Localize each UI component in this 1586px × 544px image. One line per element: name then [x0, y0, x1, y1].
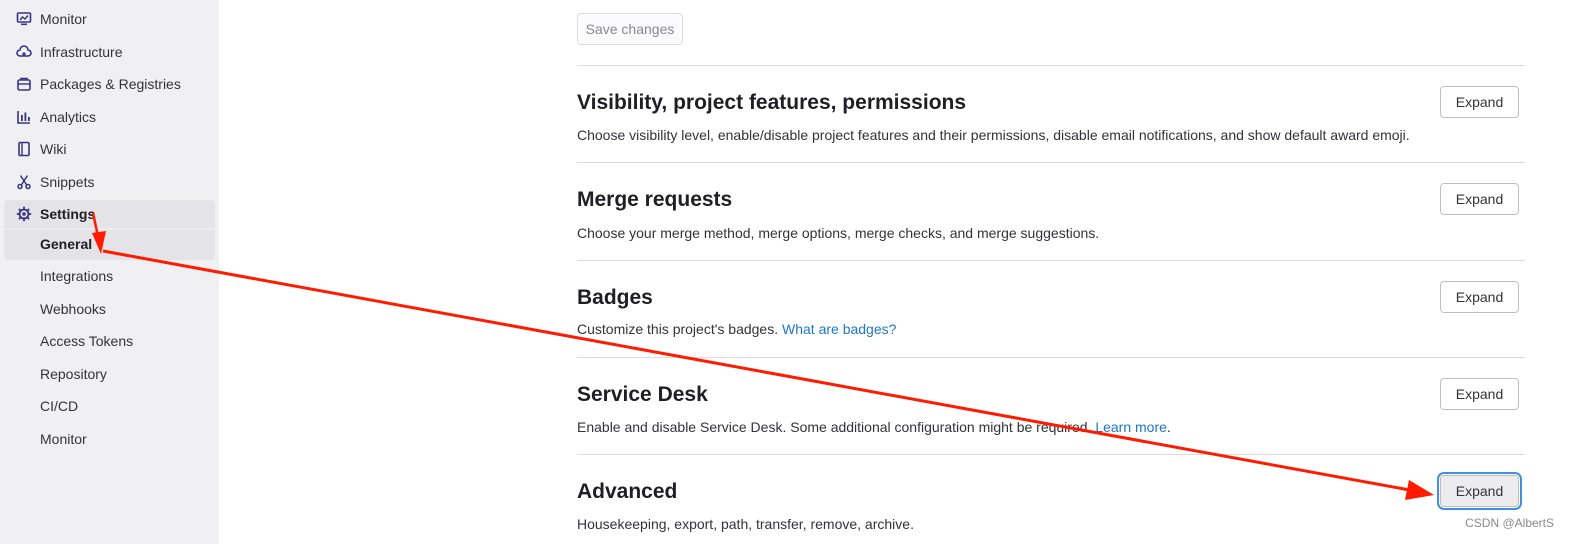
- cloud-icon: [16, 44, 32, 60]
- section-desc-service-desk: Enable and disable Service Desk. Some ad…: [577, 419, 1171, 435]
- section-desc-visibility: Choose visibility level, enable/disable …: [577, 127, 1410, 143]
- sidebar-subitem-monitor[interactable]: Monitor: [0, 423, 219, 455]
- sidebar-item-wiki[interactable]: Wiki: [0, 133, 219, 165]
- sidebar-item-label: Settings: [40, 206, 96, 222]
- service-desk-desc-suffix: .: [1166, 419, 1171, 435]
- sidebar: Monitor Infrastructure Packages & Regist…: [0, 0, 219, 544]
- sidebar-subitem-label: Monitor: [40, 431, 87, 447]
- what-are-badges-link[interactable]: What are badges?: [782, 321, 896, 337]
- expand-advanced-button[interactable]: Expand: [1440, 475, 1519, 507]
- sidebar-item-packages[interactable]: Packages & Registries: [0, 68, 219, 100]
- section-desc-badges: Customize this project's badges. What ar…: [577, 321, 896, 337]
- package-icon: [16, 76, 32, 92]
- sidebar-item-label: Snippets: [40, 174, 95, 190]
- expand-visibility-button[interactable]: Expand: [1440, 86, 1519, 118]
- section-divider: [577, 357, 1525, 358]
- sidebar-item-label: Infrastructure: [40, 44, 123, 60]
- sidebar-item-analytics[interactable]: Analytics: [0, 101, 219, 133]
- sidebar-subitem-integrations[interactable]: Integrations: [0, 260, 219, 292]
- red-arrow-long: [102, 249, 1434, 500]
- sidebar-subitem-label: Webhooks: [40, 301, 106, 317]
- section-title-advanced: Advanced: [577, 480, 678, 503]
- section-desc-advanced: Housekeeping, export, path, transfer, re…: [577, 516, 914, 532]
- expand-service-desk-button[interactable]: Expand: [1440, 378, 1519, 410]
- annotation-arrows: [91, 212, 1434, 500]
- monitor-icon: [16, 11, 32, 27]
- section-divider: [577, 65, 1525, 66]
- badges-desc-text: Customize this project's badges.: [577, 321, 779, 337]
- sidebar-subitem-webhooks[interactable]: Webhooks: [0, 293, 219, 325]
- section-divider: [577, 260, 1525, 261]
- learn-more-link[interactable]: Learn more: [1095, 419, 1167, 435]
- section-divider: [577, 162, 1525, 163]
- section-title-badges: Badges: [577, 286, 653, 309]
- sidebar-subitem-label: Integrations: [40, 268, 114, 284]
- section-title-service-desk: Service Desk: [577, 383, 708, 406]
- sidebar-subitem-label: General: [40, 236, 93, 252]
- service-desk-desc-text: Enable and disable Service Desk. Some ad…: [577, 419, 1092, 435]
- sidebar-item-label: Analytics: [40, 109, 97, 125]
- sidebar-subitem-cicd[interactable]: CI/CD: [0, 390, 219, 422]
- section-title-merge-requests: Merge requests: [577, 188, 733, 211]
- section-desc-merge-requests: Choose your merge method, merge options,…: [577, 225, 1100, 241]
- sidebar-item-settings[interactable]: Settings: [0, 198, 219, 230]
- section-title-visibility: Visibility, project features, permission…: [577, 91, 967, 114]
- sidebar-item-label: Packages & Registries: [40, 76, 181, 92]
- sidebar-subitem-label: Access Tokens: [40, 333, 134, 349]
- sidebar-subitem-label: CI/CD: [40, 398, 79, 414]
- expand-badges-button[interactable]: Expand: [1440, 281, 1519, 313]
- sidebar-subitem-access-tokens[interactable]: Access Tokens: [0, 325, 219, 357]
- sidebar-subitem-label: Repository: [40, 366, 107, 382]
- scissors-icon: [16, 174, 32, 190]
- expand-merge-requests-button[interactable]: Expand: [1440, 183, 1519, 215]
- sidebar-item-infrastructure[interactable]: Infrastructure: [0, 36, 219, 68]
- save-changes-button[interactable]: Save changes: [577, 13, 683, 45]
- chart-icon: [16, 109, 32, 125]
- sidebar-item-monitor[interactable]: Monitor: [0, 3, 219, 35]
- gear-icon: [16, 206, 32, 222]
- sidebar-item-label: Monitor: [40, 11, 87, 27]
- sidebar-subitem-general[interactable]: General: [0, 228, 219, 260]
- sidebar-subitem-repository[interactable]: Repository: [0, 358, 219, 390]
- book-icon: [16, 141, 32, 157]
- sidebar-item-label: Wiki: [40, 141, 67, 157]
- sidebar-item-snippets[interactable]: Snippets: [0, 166, 219, 198]
- watermark: CSDN @AlbertS: [1465, 516, 1554, 530]
- section-divider: [577, 454, 1525, 455]
